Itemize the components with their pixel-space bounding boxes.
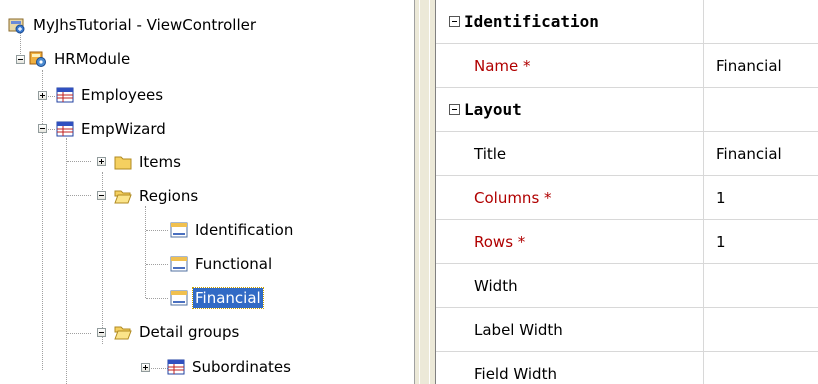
expand-toggle-employees[interactable]: [38, 91, 47, 100]
property-value-title[interactable]: Financial: [704, 132, 818, 176]
property-label-width: Width: [436, 264, 704, 308]
property-grid[interactable]: Identification Name * Financial Layout T…: [436, 0, 818, 384]
table-group-icon: [167, 359, 185, 375]
tree-node-label: Functional: [195, 255, 273, 273]
tree-node-empwizard[interactable]: EmpWizard: [56, 118, 168, 140]
region-icon: [170, 256, 188, 272]
property-label-title: Title: [436, 132, 704, 176]
tree-node-label: Subordinates: [192, 358, 291, 376]
panel-splitter[interactable]: [414, 0, 436, 384]
property-row-field-width[interactable]: Field Width: [436, 352, 818, 384]
module-icon: [29, 51, 46, 67]
property-label-name: Name *: [436, 44, 704, 88]
table-group-icon: [56, 87, 74, 103]
tree-node-label-selected: Financial: [192, 287, 264, 309]
tree-node-subordinates[interactable]: Subordinates: [167, 356, 293, 378]
property-row-columns[interactable]: Columns * 1: [436, 176, 818, 220]
tree-node-label: Employees: [81, 86, 164, 104]
category-value-cell: [704, 88, 818, 132]
property-value-rows[interactable]: 1: [704, 220, 818, 264]
tree-node-items[interactable]: Items: [114, 151, 183, 173]
tree-node-label: Identification: [195, 221, 294, 239]
property-label-columns: Columns *: [436, 176, 704, 220]
folder-closed-icon: [114, 156, 132, 170]
property-value-columns[interactable]: 1: [704, 176, 818, 220]
tree-node-label: EmpWizard: [81, 120, 166, 138]
tree-connector: [146, 264, 168, 265]
property-label-rows: Rows *: [436, 220, 704, 264]
collapse-toggle-empwizard[interactable]: [38, 124, 47, 133]
property-row-title[interactable]: Title Financial: [436, 132, 818, 176]
region-icon: [170, 222, 188, 238]
tree-node-functional[interactable]: Functional: [170, 253, 274, 275]
tree-node-label: HRModule: [54, 50, 131, 68]
expand-toggle-subordinates[interactable]: [141, 363, 150, 372]
tree-connector: [67, 333, 91, 334]
property-row-name[interactable]: Name * Financial: [436, 44, 818, 88]
category-label: Layout: [436, 88, 704, 132]
category-value-cell: [704, 0, 818, 44]
category-identification[interactable]: Identification: [436, 0, 818, 44]
tree-connector: [67, 195, 91, 196]
tree-connector: [146, 230, 168, 231]
property-row-width[interactable]: Width: [436, 264, 818, 308]
tree-node-label: Items: [139, 153, 181, 171]
table-group-icon: [56, 121, 74, 137]
property-value-field-width[interactable]: [704, 352, 818, 384]
tree-node-hrmodule[interactable]: HRModule: [29, 48, 132, 70]
tree-node-employees[interactable]: Employees: [56, 84, 165, 106]
folder-open-icon: [114, 326, 132, 340]
region-icon: [170, 290, 188, 306]
tree-connector: [66, 138, 67, 384]
project-tree[interactable]: MyJhsTutorial - ViewController HRModule …: [0, 0, 413, 384]
tree-connector: [42, 70, 43, 370]
tree-connector: [67, 161, 91, 162]
property-row-rows[interactable]: Rows * 1: [436, 220, 818, 264]
expand-toggle-items[interactable]: [97, 157, 106, 166]
tree-node-root[interactable]: MyJhsTutorial - ViewController: [8, 14, 258, 36]
tree-node-label: Regions: [139, 187, 199, 205]
collapse-toggle-detail-groups[interactable]: [97, 328, 106, 337]
tree-connector: [145, 206, 146, 298]
category-label: Identification: [436, 0, 704, 44]
tree-node-label: MyJhsTutorial - ViewController: [33, 16, 257, 34]
property-row-label-width[interactable]: Label Width: [436, 308, 818, 352]
folder-open-icon: [114, 190, 132, 204]
tree-node-financial[interactable]: Financial: [170, 287, 264, 309]
property-label-label-width: Label Width: [436, 308, 704, 352]
property-value-label-width[interactable]: [704, 308, 818, 352]
property-value-width[interactable]: [704, 264, 818, 308]
property-label-field-width: Field Width: [436, 352, 704, 384]
tree-node-regions[interactable]: Regions: [114, 185, 200, 207]
project-icon: [8, 18, 25, 34]
tree-connector: [146, 298, 168, 299]
tree-node-detail-groups[interactable]: Detail groups: [114, 321, 241, 343]
tree-node-identification[interactable]: Identification: [170, 219, 295, 241]
property-value-name[interactable]: Financial: [704, 44, 818, 88]
collapse-toggle-hrmodule[interactable]: [16, 55, 25, 64]
category-layout[interactable]: Layout: [436, 88, 818, 132]
collapse-toggle-regions[interactable]: [97, 191, 106, 200]
tree-node-label: Detail groups: [139, 323, 240, 341]
